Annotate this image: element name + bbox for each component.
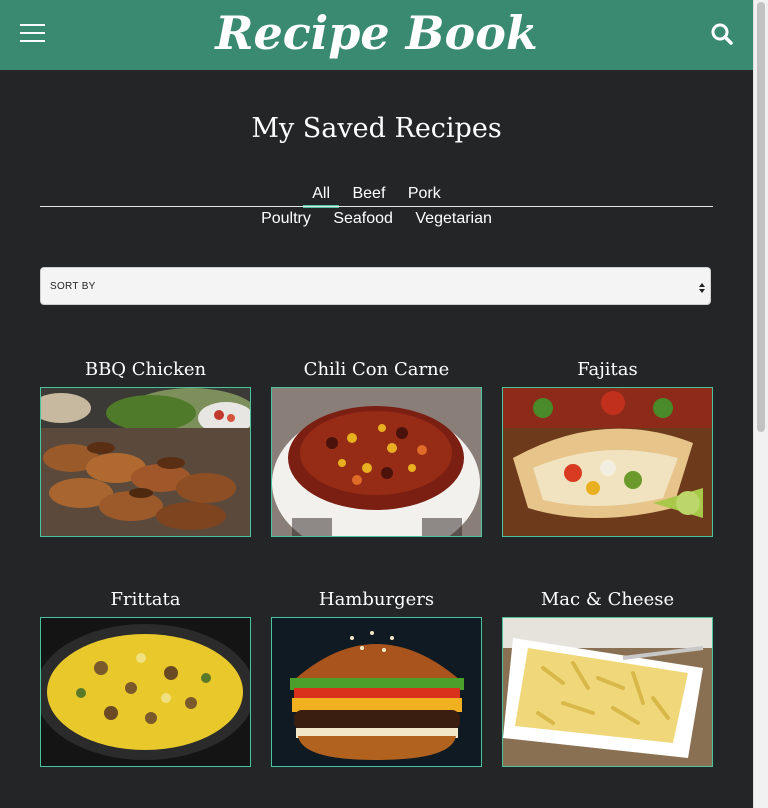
sort-by-select[interactable]: SORT BY xyxy=(40,267,711,305)
tab-vegetarian[interactable]: Vegetarian xyxy=(412,208,495,232)
page-title: My Saved Recipes xyxy=(251,113,502,144)
tab-poultry[interactable]: Poultry xyxy=(258,208,314,232)
tab-seafood[interactable]: Seafood xyxy=(330,208,396,232)
top-header: Recipe Book xyxy=(0,0,753,70)
select-arrows-icon xyxy=(698,281,706,293)
mac-and-cheese-photo[interactable] xyxy=(502,617,713,767)
sort-by-label: SORT BY xyxy=(50,281,96,292)
recipe-title[interactable]: Fajitas xyxy=(502,358,713,382)
search-icon[interactable] xyxy=(710,22,734,46)
tab-all[interactable]: All xyxy=(303,183,339,208)
recipe-title[interactable]: Chili Con Carne xyxy=(271,358,482,382)
recipe-title[interactable]: Mac & Cheese xyxy=(502,588,713,612)
tab-beef[interactable]: Beef xyxy=(349,183,388,207)
recipe-title[interactable]: BBQ Chicken xyxy=(40,358,251,382)
hamburgers-photo[interactable] xyxy=(271,617,482,767)
page-scrollbar[interactable] xyxy=(753,0,768,808)
recipe-title[interactable]: Frittata xyxy=(40,588,251,612)
tabs-divider xyxy=(40,206,713,207)
frittata-photo[interactable] xyxy=(40,617,251,767)
recipe-title[interactable]: Hamburgers xyxy=(271,588,482,612)
chili-con-carne-photo[interactable] xyxy=(271,387,482,537)
app-logo[interactable]: Recipe Book xyxy=(0,0,753,66)
category-tabs-row-2: Poultry Seafood Vegetarian xyxy=(40,208,713,230)
tab-pork[interactable]: Pork xyxy=(405,183,444,207)
bbq-chicken-photo[interactable] xyxy=(40,387,251,537)
category-tabs-row-1: All Beef Pork xyxy=(40,183,713,208)
fajitas-photo[interactable] xyxy=(502,387,713,537)
scrollbar-thumb[interactable] xyxy=(757,2,765,432)
